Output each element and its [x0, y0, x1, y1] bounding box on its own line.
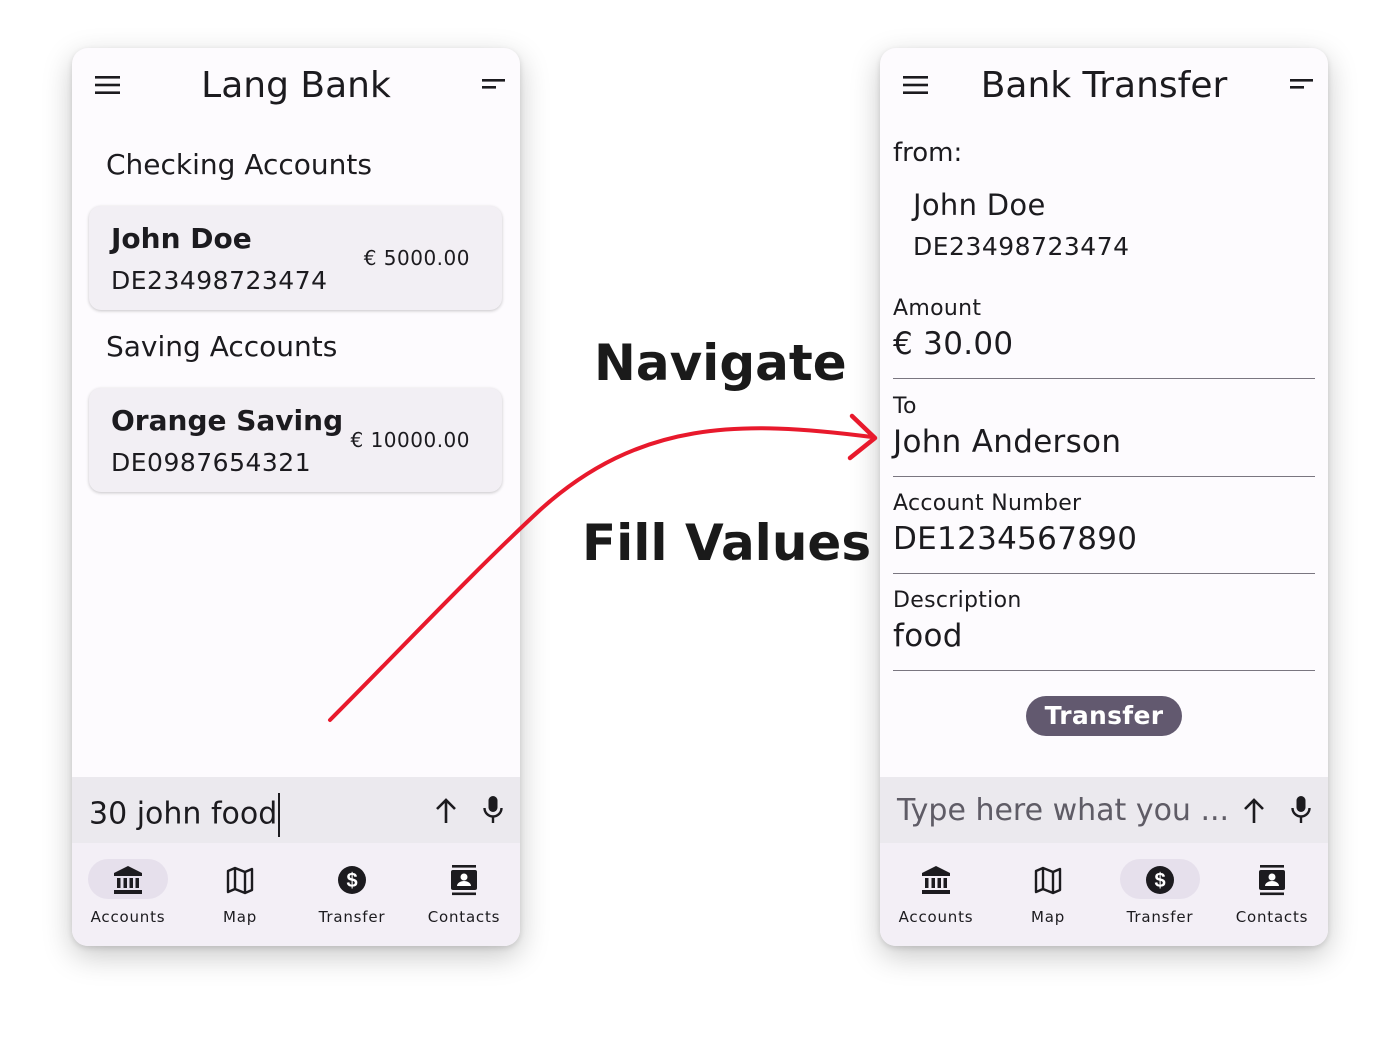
field-value: food [893, 618, 963, 654]
field-label: Amount [893, 296, 982, 321]
field-value: John Anderson [893, 424, 1122, 460]
nav-label: Contacts [1235, 908, 1309, 926]
nav-map[interactable]: Map [992, 857, 1104, 937]
page-title: Lang Bank [201, 65, 391, 106]
nav-label: Map [1030, 908, 1066, 926]
account-balance: € 5000.00 [363, 246, 470, 270]
transfer-screen: Bank Transfer from: John Doe DE234987234… [880, 48, 1328, 946]
account-iban: DE23498723474 [111, 266, 328, 295]
send-arrow-icon[interactable] [434, 797, 458, 825]
saving-accounts-title: Saving Accounts [106, 330, 338, 363]
chat-input[interactable]: Type here what you ... [897, 793, 1229, 828]
field-label: Account Number [893, 491, 1082, 516]
app-bar: Lang Bank [72, 48, 520, 126]
contacts-icon [448, 864, 480, 896]
mic-icon[interactable] [1290, 795, 1312, 825]
field-value: € 30.00 [893, 326, 1014, 362]
nav-label: Transfer [318, 908, 386, 926]
text-caret [278, 793, 281, 837]
field-value: DE1234567890 [893, 521, 1138, 557]
bank-icon [112, 864, 144, 896]
chat-input-value: 30 john food [89, 796, 278, 832]
chat-input-bar: Type here what you ... [880, 777, 1328, 843]
mic-icon[interactable] [482, 795, 504, 825]
contacts-icon [1256, 864, 1288, 896]
nav-label: Map [222, 908, 258, 926]
field-label: Description [893, 588, 1022, 613]
account-name: John Doe [111, 222, 252, 255]
dollar-circle-icon [1144, 864, 1176, 896]
field-label: To [893, 394, 917, 419]
bank-icon [920, 864, 952, 896]
nav-label: Contacts [427, 908, 501, 926]
chat-input[interactable]: 30 john food [89, 793, 281, 837]
chat-input-bar: 30 john food [72, 777, 520, 843]
nav-contacts[interactable]: Contacts [408, 857, 520, 937]
nav-label: Transfer [1126, 908, 1194, 926]
account-balance: € 10000.00 [350, 428, 470, 452]
map-icon [1032, 864, 1064, 896]
to-field[interactable]: To John Anderson [893, 394, 1315, 477]
from-account-iban: DE23498723474 [913, 232, 1130, 261]
flow-arrow-head [847, 413, 878, 461]
bottom-nav: Accounts Map Transfer Contacts [880, 843, 1328, 946]
from-account-name: John Doe [913, 188, 1046, 222]
from-label: from: [893, 138, 963, 168]
fill-values-caption: Fill Values [582, 514, 872, 572]
checking-accounts-title: Checking Accounts [106, 148, 372, 181]
checking-account-card[interactable]: John Doe DE23498723474 € 5000.00 [89, 206, 502, 310]
transfer-button[interactable]: Transfer [1026, 696, 1182, 736]
account-number-field[interactable]: Account Number DE1234567890 [893, 491, 1315, 574]
saving-account-card[interactable]: Orange Saving DE0987654321 € 10000.00 [89, 388, 502, 492]
nav-transfer[interactable]: Transfer [1104, 857, 1216, 937]
nav-contacts[interactable]: Contacts [1216, 857, 1328, 937]
accounts-screen: Lang Bank Checking Accounts John Doe DE2… [72, 48, 520, 946]
nav-label: Accounts [90, 908, 166, 926]
sort-icon[interactable] [1290, 78, 1314, 92]
nav-map[interactable]: Map [184, 857, 296, 937]
map-icon [224, 864, 256, 896]
app-bar: Bank Transfer [880, 48, 1328, 126]
nav-accounts[interactable]: Accounts [880, 857, 992, 937]
account-name: Orange Saving [111, 404, 344, 437]
description-field[interactable]: Description food [893, 588, 1315, 671]
bottom-nav: Accounts Map Transfer Contacts [72, 843, 520, 946]
send-arrow-icon[interactable] [1242, 797, 1266, 825]
navigate-caption: Navigate [594, 334, 847, 392]
page-title: Bank Transfer [980, 65, 1228, 106]
dollar-circle-icon [336, 864, 368, 896]
account-iban: DE0987654321 [111, 448, 312, 477]
amount-field[interactable]: Amount € 30.00 [893, 296, 1315, 379]
sort-icon[interactable] [482, 78, 506, 92]
nav-label: Accounts [898, 908, 974, 926]
nav-transfer[interactable]: Transfer [296, 857, 408, 937]
nav-accounts[interactable]: Accounts [72, 857, 184, 937]
